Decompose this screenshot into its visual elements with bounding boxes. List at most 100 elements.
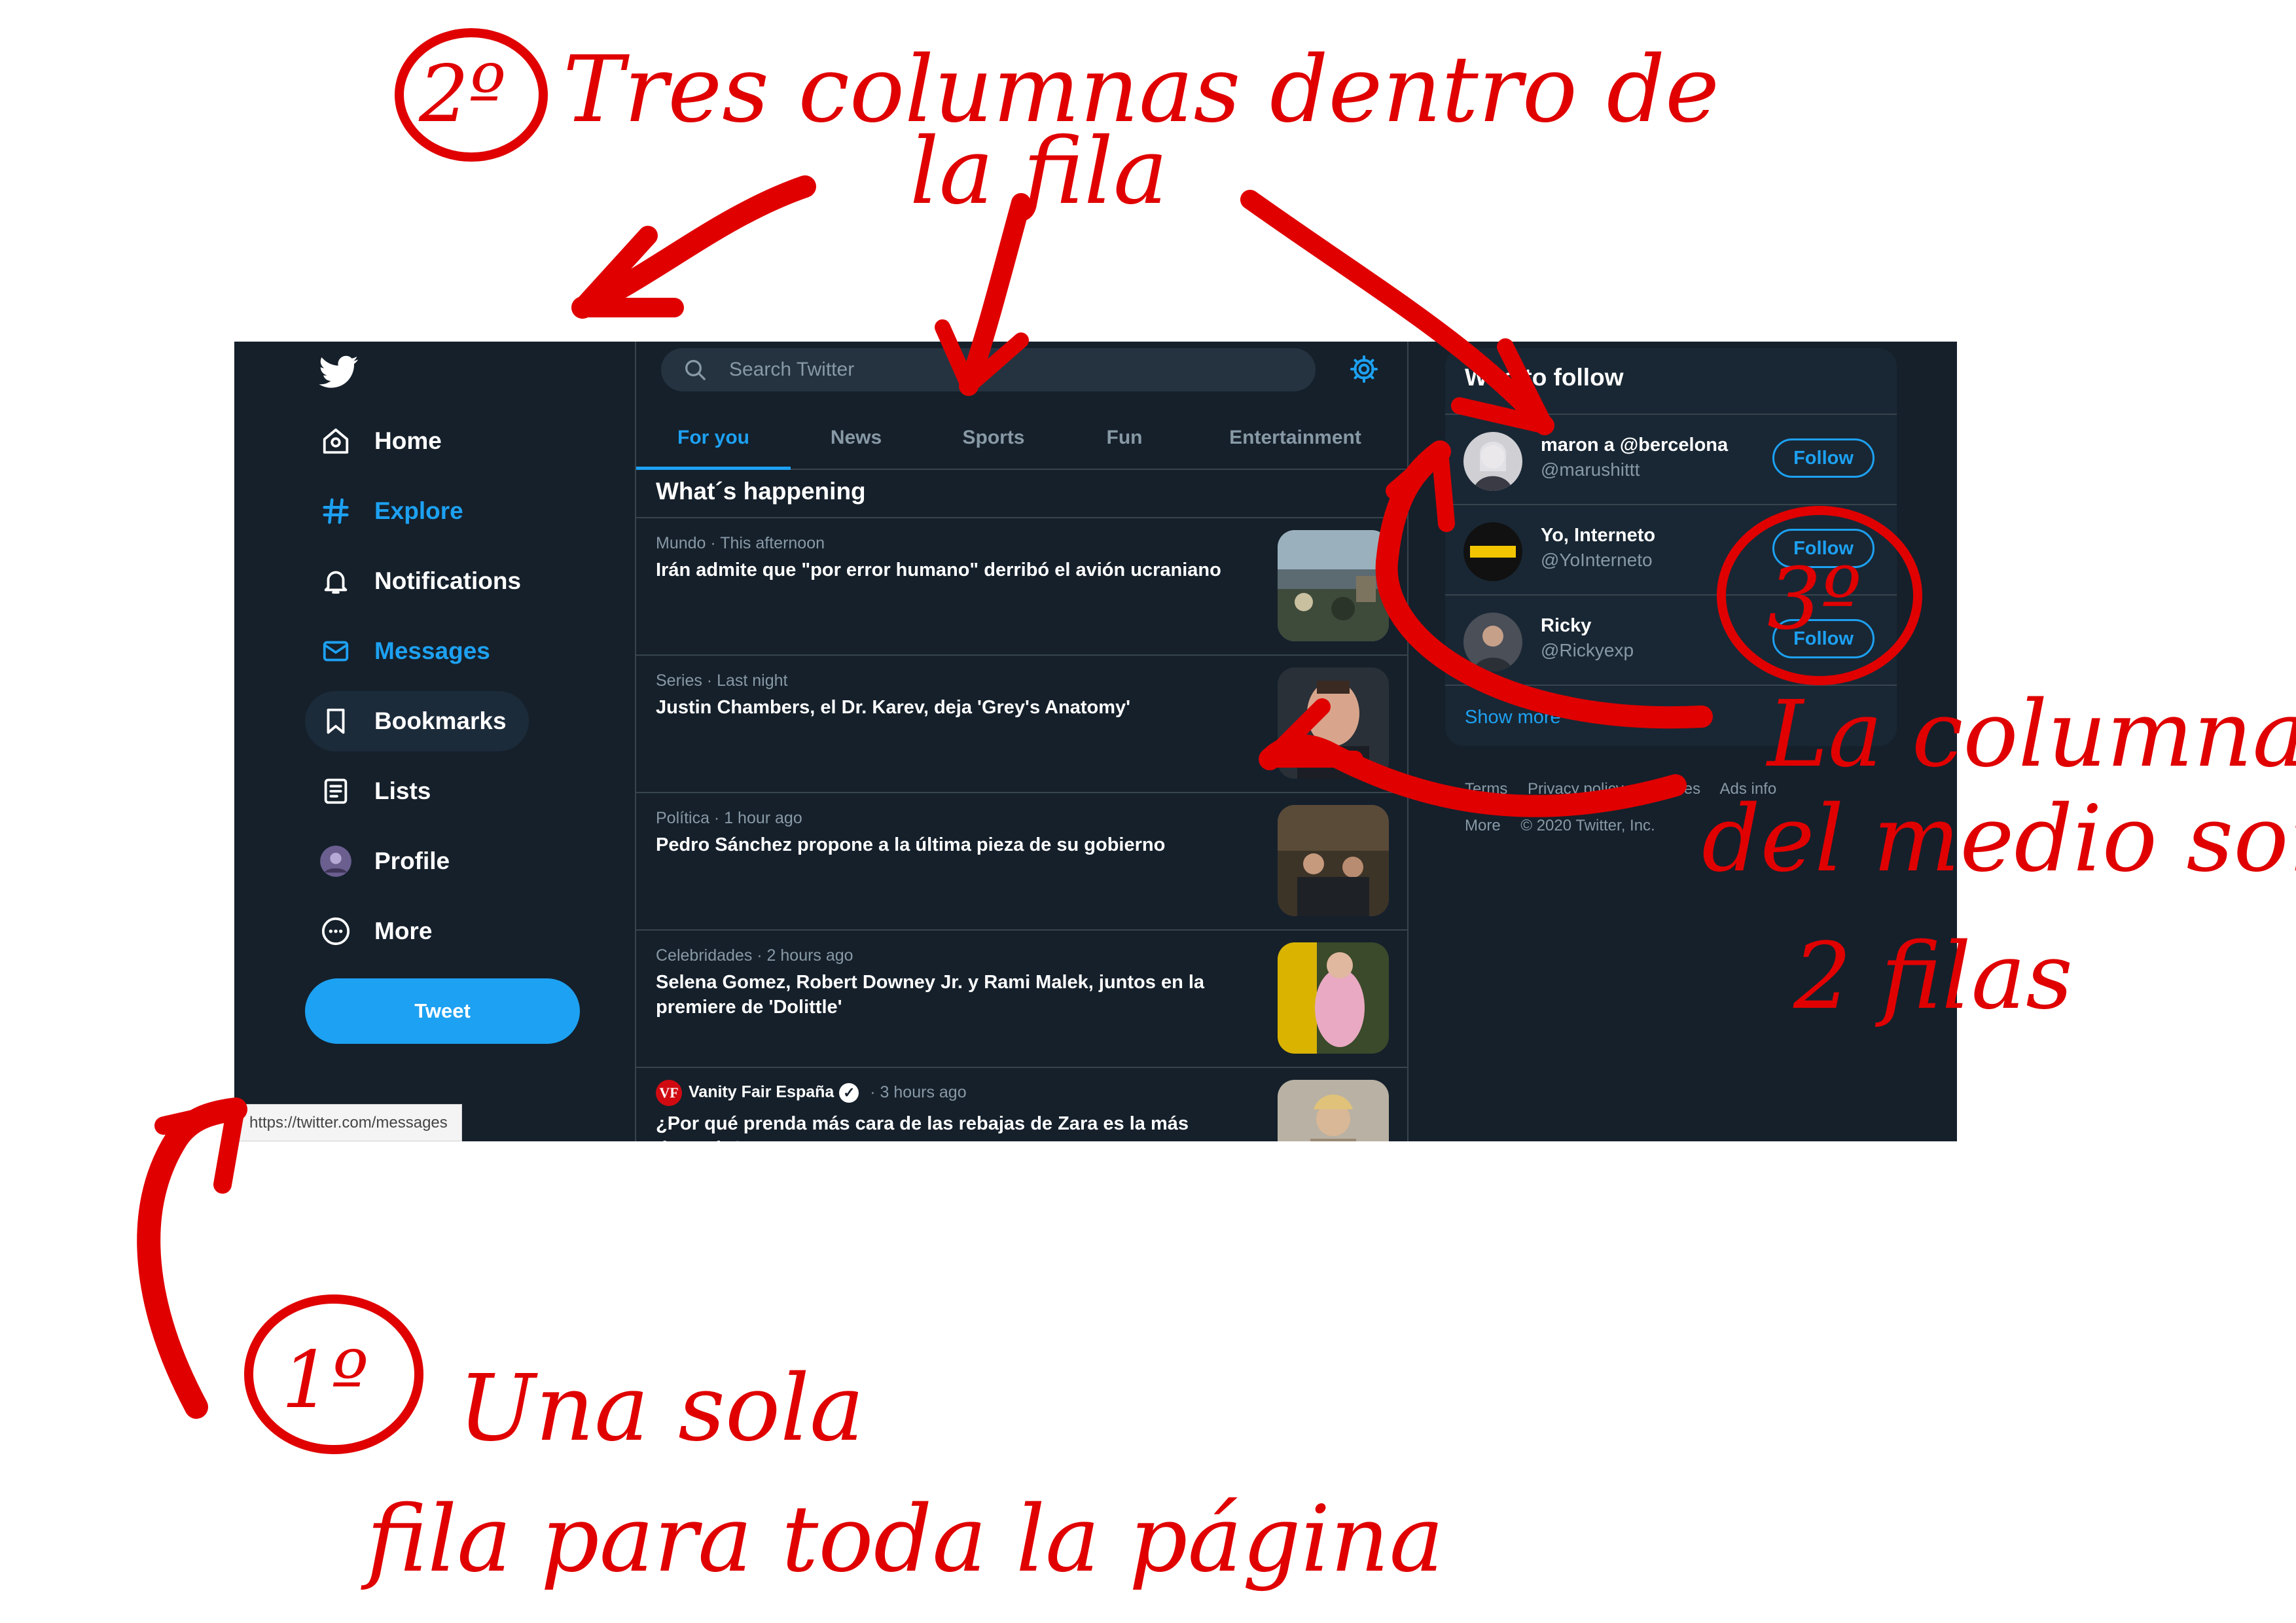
verified-badge-icon: ✓ <box>839 1083 859 1103</box>
trend-meta: Series · Last night <box>656 671 788 690</box>
trend-source: VF Vanity Fair España ✓ · 3 hours ago <box>656 1080 967 1106</box>
annotation-number: 1º <box>281 1335 368 1426</box>
section-title: What´s happening <box>656 478 866 505</box>
annotation-text: Tres columnas dentro de <box>563 37 1719 143</box>
left-sidebar: Home Explore Notifications Messages Book… <box>234 342 635 1141</box>
sidebar-item-more[interactable]: More <box>305 901 454 961</box>
sidebar-item-home[interactable]: Home <box>305 411 464 471</box>
sidebar-item-label: Lists <box>374 777 431 804</box>
trend-item[interactable]: VF Vanity Fair España ✓ · 3 hours ago ¿Por… <box>636 1068 1407 1141</box>
trend-item[interactable]: Mundo · This afternoon Irán admite que "… <box>636 518 1407 654</box>
annotation-text: la fila <box>910 118 1168 225</box>
avatar <box>1463 613 1522 671</box>
tweet-button[interactable]: Tweet <box>305 978 580 1044</box>
trend-thumbnail <box>1278 668 1389 779</box>
trend-item[interactable]: Series · Last night Justin Chambers, el … <box>636 656 1407 792</box>
right-column: Who to follow maron a @bercelona @marush… <box>1406 342 1957 1141</box>
gear-icon[interactable] <box>1348 353 1380 385</box>
trend-source-name: Vanity Fair España <box>689 1082 834 1101</box>
suggested-user[interactable]: Ricky @Rickyexp Follow <box>1445 594 1897 685</box>
search-icon <box>685 360 706 380</box>
trend-time: · 3 hours ago <box>870 1082 967 1101</box>
sidebar-item-profile[interactable]: Profile <box>305 831 472 891</box>
avatar <box>1463 432 1522 491</box>
who-to-follow-panel: Who to follow maron a @bercelona @marush… <box>1445 348 1897 746</box>
follow-button[interactable]: Follow <box>1772 619 1874 658</box>
sidebar-item-lists[interactable]: Lists <box>305 761 453 821</box>
annotation-text: fila para toda la página <box>361 1486 1444 1593</box>
sidebar-item-label: Notifications <box>374 567 522 594</box>
footer-link[interactable]: Terms <box>1465 780 1507 798</box>
suggested-user[interactable]: Yo, Interneto @YoInterneto Follow <box>1445 504 1897 594</box>
more-circle-icon <box>318 914 353 949</box>
sidebar-item-label: Explore <box>374 497 463 524</box>
search-input[interactable] <box>728 358 1254 382</box>
bookmark-icon <box>318 704 353 739</box>
trend-title: Pedro Sánchez propone a la última pieza … <box>656 834 1166 855</box>
trend-title: Irán admite que "por error humano" derri… <box>656 560 1221 580</box>
footer-links: More © 2020 Twitter, Inc. <box>1465 817 1671 835</box>
trend-item[interactable]: Política · 1 hour ago Pedro Sánchez prop… <box>636 793 1407 929</box>
sidebar-item-label: Profile <box>374 847 450 874</box>
envelope-icon <box>318 633 353 669</box>
trend-title: Justin Chambers, el Dr. Karev, deja 'Gre… <box>656 697 1131 718</box>
tab-sports[interactable]: Sports <box>922 407 1066 469</box>
footer-links: Terms Privacy policy Cookies Ads info <box>1465 780 1792 798</box>
sidebar-item-bookmarks[interactable]: Bookmarks <box>305 691 529 751</box>
user-name: maron a @bercelona <box>1541 435 1729 455</box>
trend-thumbnail <box>1278 942 1389 1054</box>
trend-thumbnail <box>1278 530 1389 641</box>
footer-link[interactable]: Privacy policy <box>1528 780 1624 798</box>
suggested-user[interactable]: maron a @bercelona @marushittt Follow <box>1445 414 1897 504</box>
user-handle: @YoInterneto <box>1541 550 1653 570</box>
vanity-fair-logo: VF <box>656 1080 682 1106</box>
trend-meta: Mundo · This afternoon <box>656 534 825 552</box>
sidebar-item-label: More <box>374 918 433 944</box>
sidebar-item-label: Home <box>374 427 442 454</box>
home-icon <box>318 423 353 459</box>
tab-fun[interactable]: Fun <box>1066 407 1183 469</box>
tab-news[interactable]: News <box>791 407 922 469</box>
user-handle: @marushittt <box>1541 459 1640 480</box>
profile-avatar <box>318 844 353 879</box>
annotation-arrow <box>154 1100 245 1194</box>
trend-thumbnail <box>1278 1080 1389 1141</box>
tab-entertainment[interactable]: Entertainment <box>1183 407 1407 469</box>
footer-link[interactable]: More <box>1465 817 1501 834</box>
sidebar-item-messages[interactable]: Messages <box>305 621 512 681</box>
annotation-arrow <box>573 226 684 317</box>
annotation-text: Una sola <box>458 1355 865 1462</box>
trend-meta: Política · 1 hour ago <box>656 809 802 827</box>
footer-link[interactable]: Cookies <box>1643 780 1700 798</box>
sidebar-item-notifications[interactable]: Notifications <box>305 551 543 611</box>
search-bar[interactable] <box>661 348 1316 391</box>
bell-icon <box>318 563 353 599</box>
show-more-link[interactable]: Show more <box>1465 707 1561 728</box>
status-bar-url: https://twitter.com/messages <box>234 1104 462 1141</box>
trend-title: ¿Por qué prenda más cara de las rebajas … <box>656 1113 1189 1141</box>
follow-button[interactable]: Follow <box>1772 529 1874 568</box>
annotation-arrow <box>571 175 816 319</box>
hashtag-icon <box>318 493 353 529</box>
middle-column: For you News Sports Fun Entertainment Wh… <box>635 342 1408 1141</box>
sidebar-item-label: Messages <box>374 637 490 664</box>
annotation-number: 2º <box>418 49 506 140</box>
explore-tabs: For you News Sports Fun Entertainment <box>636 407 1407 470</box>
user-name: Yo, Interneto <box>1541 525 1656 546</box>
avatar <box>1463 522 1522 581</box>
sidebar-item-label: Bookmarks <box>374 707 507 734</box>
sidebar-item-explore[interactable]: Explore <box>305 481 486 541</box>
follow-button[interactable]: Follow <box>1772 438 1874 478</box>
annotation-circle <box>244 1294 423 1454</box>
footer-copyright: © 2020 Twitter, Inc. <box>1520 817 1655 834</box>
user-handle: @Rickyexp <box>1541 640 1634 660</box>
list-icon <box>318 774 353 809</box>
trend-title: Selena Gomez, Robert Downey Jr. y Rami M… <box>656 972 1205 1018</box>
trend-item[interactable]: Celebridades · 2 hours ago Selena Gomez,… <box>636 931 1407 1067</box>
user-name: Ricky <box>1541 615 1592 636</box>
footer-link[interactable]: Ads info <box>1719 780 1776 798</box>
twitter-bird-icon[interactable] <box>319 352 359 391</box>
trend-thumbnail <box>1278 805 1389 916</box>
twitter-screenshot: Home Explore Notifications Messages Book… <box>234 342 1957 1141</box>
tab-for-you[interactable]: For you <box>636 407 791 470</box>
